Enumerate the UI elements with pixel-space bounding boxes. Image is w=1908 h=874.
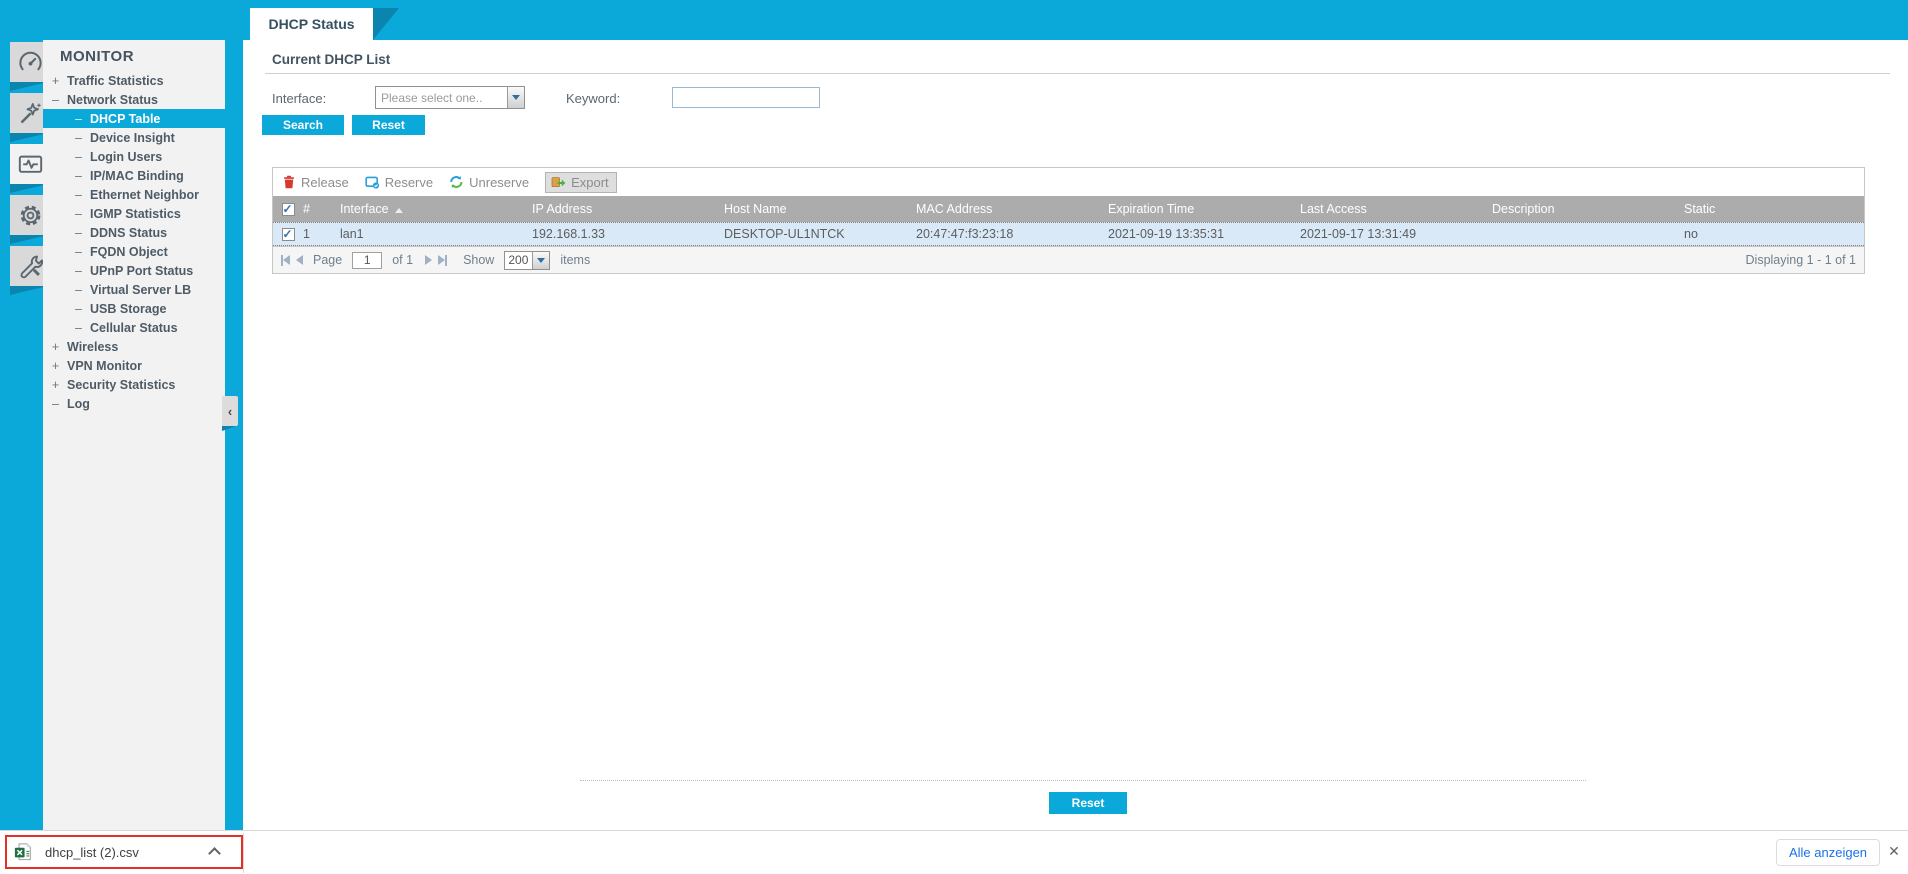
page-title: Current DHCP List [272,52,391,67]
section-divider [580,780,1586,781]
sidebar-section-title: MONITOR [60,48,135,65]
page-of-label: of 1 [392,253,414,267]
chevron-down-icon [537,257,546,263]
cell-ip-address: 192.168.1.33 [532,227,605,241]
red-annotation-box [5,835,243,869]
page-size-select[interactable]: 200 [504,250,551,270]
show-all-downloads-button[interactable]: Alle anzeigen [1776,839,1880,866]
sidebar-item-virtual-server-lb[interactable]: – Virtual Server LB [43,280,225,299]
select-all-checkbox[interactable] [281,202,295,216]
col-expiration-time[interactable]: Expiration Time [1104,202,1296,216]
displaying-info: Displaying 1 - 1 of 1 [1745,253,1856,267]
sidebar-item-security-statistics[interactable]: + Security Statistics [43,375,225,394]
table-pagination: Page of 1 Show 200 items Displaying 1 - … [273,246,1864,273]
next-page-button[interactable] [425,255,433,265]
table-row[interactable]: 1 lan1 192.168.1.33 DESKTOP-UL1NTCK 20:4… [273,222,1864,246]
interface-label: Interface: [272,91,327,106]
chevron-left-icon: ‹ [227,403,233,419]
page-input[interactable] [352,251,383,269]
chevron-down-icon [512,95,520,100]
cell-last-access: 2021-09-17 13:31:49 [1300,227,1417,241]
reserve-doc-icon [365,176,379,189]
col-host-name[interactable]: Host Name [720,202,912,216]
sidebar-item-cellular-status[interactable]: – Cellular Status [43,318,225,337]
sidebar-item-usb-storage[interactable]: – USB Storage [43,299,225,318]
close-icon[interactable] [1886,843,1902,859]
reserve-button[interactable]: Reserve [365,175,433,190]
page-size-value: 200 [508,253,529,267]
sidebar: MONITOR + Traffic Statistics – Network Sta… [0,0,243,830]
page-label: Page [313,253,343,267]
first-page-icon [283,255,290,265]
sidebar-menu: MONITOR + Traffic Statistics – Network Sta… [43,40,243,830]
cell-host-name: DESKTOP-UL1NTCK [724,227,845,241]
sidebar-item-igmp-statistics[interactable]: – IGMP Statistics [43,204,225,223]
col-interface[interactable]: Interface [336,202,528,216]
first-page-button[interactable] [281,254,290,266]
sidebar-item-ethernet-neighbor[interactable]: – Ethernet Neighbor [43,185,225,204]
sidebar-item-network-status[interactable]: – Network Status [43,90,225,109]
sidebar-item-ip-mac-binding[interactable]: – IP/MAC Binding [43,166,225,185]
tab-dhcp-status[interactable]: DHCP Status [250,8,399,40]
release-button[interactable]: Release [282,175,349,190]
col-description[interactable]: Description [1488,202,1680,216]
keyword-label: Keyword: [566,91,621,106]
dhcp-table: Release Reserve Unreserve Export ✓ # Int… [272,167,1865,274]
cell-expiration-time: 2021-09-19 13:35:31 [1108,227,1225,241]
sidebar-item-log[interactable]: – Log [43,394,225,413]
col-mac-address[interactable]: MAC Address [912,202,1104,216]
last-page-button[interactable] [438,254,448,266]
trash-icon [284,175,294,189]
unreserve-button[interactable]: Unreserve [449,175,529,190]
filter-reset-button[interactable]: Reset [352,115,425,135]
tab-title: DHCP Status [268,16,355,32]
table-header-row: # Interface IP Address Host Name MAC Add… [273,196,1864,222]
page-reset-button[interactable]: Reset [1049,792,1127,814]
download-bar: dhcp_list (2).csv Alle anzeigen [0,830,1908,874]
screen: DHCP Status MONITOR + Traffic Statistics… [0,0,1908,874]
sidebar-item-vpn-monitor[interactable]: + VPN Monitor [43,356,225,375]
search-button[interactable]: Search [262,115,344,135]
prev-page-button[interactable] [296,255,303,265]
sidebar-collapse-handle[interactable]: ‹ [222,396,238,426]
sidebar-item-dhcp-table[interactable]: – DHCP Table [43,109,243,128]
export-arrow-icon [551,177,566,187]
col-static[interactable]: Static [1680,202,1864,216]
table-toolbar: Release Reserve Unreserve Export [273,168,1864,196]
sidebar-item-traffic-statistics[interactable]: + Traffic Statistics [43,71,225,90]
dropdown-button[interactable] [532,251,550,269]
sidebar-item-fqdn-object[interactable]: – FQDN Object [43,242,225,261]
row-checkbox[interactable] [281,227,295,241]
interface-select[interactable]: Please select one.. [375,86,525,109]
download-bar-separator [243,833,244,873]
export-button[interactable]: Export [545,171,617,193]
unreserve-refresh-icon [450,176,463,188]
show-label: Show [463,253,495,267]
sidebar-item-upnp-port-status[interactable]: – UPnP Port Status [43,261,225,280]
next-page-icon [425,255,433,265]
content-panel: Current DHCP List Interface: Please sele… [243,40,1908,830]
dropdown-button[interactable] [507,87,524,108]
sidebar-item-wireless[interactable]: + Wireless [43,337,225,356]
heading-rule [265,73,1890,74]
items-label: items [560,253,591,267]
col-number[interactable]: # [303,202,336,216]
sidebar-item-login-users[interactable]: – Login Users [43,147,225,166]
sidebar-item-device-insight[interactable]: – Device Insight [43,128,225,147]
keyword-input[interactable] [672,87,820,108]
cell-number: 1 [303,227,310,241]
cell-mac-address: 20:47:47:f3:23:18 [916,227,1014,241]
cell-interface: lan1 [340,227,364,241]
prev-page-icon [296,255,303,265]
interface-select-value: Please select one.. [381,90,483,105]
last-page-icon [438,255,446,265]
cell-static: no [1684,227,1698,241]
col-last-access[interactable]: Last Access [1296,202,1488,216]
sort-ascending-icon [394,208,403,213]
col-ip-address[interactable]: IP Address [528,202,720,216]
sidebar-item-ddns-status[interactable]: – DDNS Status [43,223,225,242]
